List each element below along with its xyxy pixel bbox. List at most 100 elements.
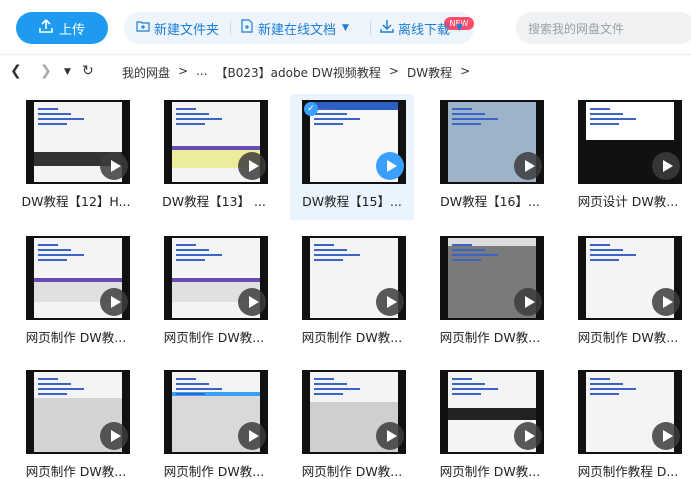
thumbnail-text-line (314, 383, 347, 385)
thumbnail-text-line (176, 378, 196, 380)
play-icon[interactable] (376, 288, 404, 316)
thumbnail-text-line (176, 383, 209, 385)
new-folder-button[interactable]: 新建文件夹 (136, 12, 219, 44)
breadcrumb-item-course[interactable]: 【B023】adobe DW视频教程 (216, 64, 381, 81)
breadcrumb-item-current[interactable]: DW教程 (407, 64, 452, 81)
play-icon[interactable] (238, 288, 266, 316)
thumbnail-text-line (452, 378, 472, 380)
video-thumbnail[interactable] (578, 100, 682, 184)
folder-plus-icon (136, 19, 150, 37)
thumbnail-band (448, 408, 536, 420)
file-item[interactable]: 网页制作 DW教... (290, 230, 414, 356)
thumbnail-text-line (38, 249, 71, 251)
file-item[interactable]: 网页制作 DW教... (14, 364, 138, 479)
thumbnail-text-line (38, 378, 58, 380)
video-thumbnail[interactable] (302, 236, 406, 320)
video-thumbnail[interactable] (164, 370, 268, 454)
file-name: DW教程【13】 ... (162, 194, 266, 209)
play-icon[interactable] (514, 422, 542, 450)
new-online-doc-button[interactable]: 新建在线文档 ▼ (240, 12, 349, 44)
file-name: 网页制作 DW教... (301, 330, 403, 345)
back-icon[interactable]: ❮ (10, 63, 22, 79)
thumbnail-text-line (590, 254, 636, 256)
video-thumbnail[interactable] (26, 100, 130, 184)
breadcrumb-item-root[interactable]: 我的网盘 (122, 64, 170, 81)
video-thumbnail[interactable] (164, 236, 268, 320)
selected-check-icon[interactable]: ✓ (304, 102, 318, 116)
file-item[interactable]: 网页制作 DW教... (14, 230, 138, 356)
thumbnail-text-line (590, 123, 619, 125)
video-thumbnail[interactable] (164, 100, 268, 184)
actions-pill: 新建文件夹 新建在线文档 ▼ NEW 离线下载 ▼ (124, 12, 474, 44)
video-thumbnail[interactable] (440, 370, 544, 454)
offline-download-button[interactable]: 离线下载 ▼ (380, 12, 463, 44)
thumbnail-text-line (176, 393, 205, 395)
file-item[interactable]: 网页制作 DW教... (152, 364, 276, 479)
play-icon[interactable] (238, 422, 266, 450)
video-thumbnail[interactable] (440, 100, 544, 184)
play-icon[interactable] (100, 422, 128, 450)
breadcrumb-separator: > (388, 64, 399, 78)
thumbnail-text-line (452, 388, 498, 390)
breadcrumb-separator: > (460, 64, 471, 78)
video-thumbnail[interactable] (578, 370, 682, 454)
file-item[interactable]: 网页制作 DW教... (290, 364, 414, 479)
new-online-doc-label: 新建在线文档 (258, 22, 337, 38)
play-icon[interactable] (514, 288, 542, 316)
video-thumbnail[interactable] (26, 236, 130, 320)
play-icon[interactable] (652, 288, 680, 316)
thumbnail-text-line (590, 378, 610, 380)
video-thumbnail[interactable] (26, 370, 130, 454)
play-icon[interactable] (376, 422, 404, 450)
thumbnail-text-line (38, 383, 71, 385)
video-thumbnail[interactable] (578, 236, 682, 320)
search-input[interactable]: 搜索我的网盘文件 (516, 12, 691, 44)
file-name: 网页制作 DW教... (25, 464, 127, 479)
thumbnail-text-line (314, 118, 360, 120)
play-icon[interactable] (238, 152, 266, 180)
thumbnail-text-line (452, 113, 485, 115)
file-item[interactable]: DW教程【12】H... (14, 94, 138, 220)
file-item[interactable]: 网页制作 DW教... (428, 364, 552, 479)
play-icon[interactable] (652, 422, 680, 450)
thumbnail-text-line (314, 259, 343, 261)
thumbnail-text-line (452, 118, 498, 120)
breadcrumb-ellipsis[interactable]: ... (196, 64, 207, 81)
thumbnail-text-line (176, 118, 222, 120)
file-item[interactable]: 网页制作教程 D... (566, 364, 690, 479)
thumbnail-text-line (452, 249, 485, 251)
file-name: 网页制作 DW教... (163, 330, 265, 345)
file-item[interactable]: 网页制作 DW教... (428, 230, 552, 356)
doc-plus-icon (240, 19, 254, 37)
thumbnail-text-line (38, 108, 58, 110)
chevron-down-icon: ▼ (456, 23, 463, 33)
refresh-icon[interactable]: ↻ (82, 63, 94, 79)
file-name: 网页制作 DW教... (301, 464, 403, 479)
file-item[interactable]: DW教程【13】 ... (152, 94, 276, 220)
video-thumbnail[interactable] (302, 370, 406, 454)
upload-button[interactable]: 上传 (16, 12, 108, 44)
file-item[interactable]: 网页设计 DW教... (566, 94, 690, 220)
file-item[interactable]: 网页制作 DW教... (566, 230, 690, 356)
thumbnail-text-line (452, 123, 481, 125)
file-name: DW教程【12】H... (21, 194, 131, 209)
video-thumbnail[interactable]: ✓ (302, 100, 406, 184)
play-icon[interactable] (514, 152, 542, 180)
history-dropdown-icon[interactable]: ▼ (64, 67, 71, 77)
thumbnail-text-line (590, 393, 619, 395)
file-name: 网页制作 DW教... (439, 464, 541, 479)
file-item[interactable]: ✓ DW教程【15】... (290, 94, 414, 220)
thumbnail-text-line (38, 113, 71, 115)
file-item[interactable]: DW教程【16】... (428, 94, 552, 220)
video-thumbnail[interactable] (440, 236, 544, 320)
play-icon[interactable] (100, 288, 128, 316)
file-item[interactable]: 网页制作 DW教... (152, 230, 276, 356)
play-icon[interactable] (376, 152, 404, 180)
thumbnail-text-line (176, 244, 196, 246)
thumbnail-text-line (590, 113, 623, 115)
play-icon[interactable] (100, 152, 128, 180)
forward-icon[interactable]: ❯ (40, 63, 52, 79)
play-icon[interactable] (652, 152, 680, 180)
thumbnail-text-line (590, 249, 623, 251)
thumbnail-text-line (452, 254, 498, 256)
